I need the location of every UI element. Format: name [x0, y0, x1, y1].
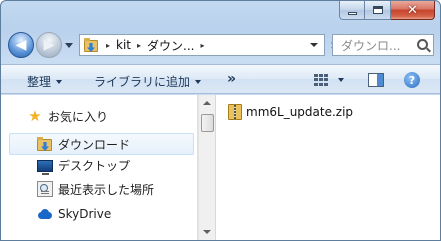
nav-favorites[interactable]: ★ お気に入り: [1, 105, 198, 127]
organize-label: 整理: [27, 75, 52, 89]
file-list: mm6L_update.zip: [216, 95, 440, 240]
forward-arrow-icon: ▶: [43, 37, 55, 53]
nav-skydrive[interactable]: SkyDrive: [1, 203, 198, 225]
nav-desktop[interactable]: デスクトップ: [1, 154, 198, 176]
scroll-down-icon[interactable]: [203, 230, 211, 234]
desktop-icon: [37, 160, 53, 175]
help-icon[interactable]: ?: [404, 72, 420, 88]
skydrive-icon: [37, 206, 53, 222]
search-icon[interactable]: [417, 39, 428, 50]
nav-pane-scrollbar[interactable]: [198, 95, 215, 240]
window-controls: ✕: [339, 1, 435, 20]
chevron-down-icon: [56, 79, 63, 84]
include-in-library-button[interactable]: ライブラリに追加: [94, 73, 202, 90]
breadcrumb-kit[interactable]: kit: [116, 38, 131, 52]
search-box[interactable]: ダウンロ...: [332, 34, 434, 56]
navigation-buttons: ◀ ▶: [8, 32, 73, 58]
recent-pages-dropdown[interactable]: [65, 42, 73, 48]
back-button[interactable]: ◀: [8, 32, 34, 58]
preview-pane-icon[interactable]: [368, 73, 384, 87]
recent-places-icon: [37, 181, 53, 197]
download-folder-icon: [84, 38, 100, 52]
view-options-dropdown[interactable]: [338, 78, 344, 82]
address-bar[interactable]: ▸ kit ▸ ダウン... ▸: [79, 34, 325, 56]
more-commands-button[interactable]: »: [227, 71, 236, 87]
file-item[interactable]: mm6L_update.zip: [228, 103, 353, 121]
breadcrumb-separator[interactable]: ▸: [106, 41, 110, 50]
breadcrumb-separator[interactable]: ▸: [200, 41, 204, 50]
search-input[interactable]: ダウンロ...: [341, 37, 400, 54]
maximize-button[interactable]: [365, 1, 391, 20]
nav-item-label: お気に入り: [48, 109, 109, 124]
download-folder-icon: [37, 136, 53, 152]
nav-item-label: ダウンロード: [58, 137, 131, 152]
navigation-pane: ★ お気に入り ダウンロード デスクトップ 最近表示した場所 SkyDrive: [1, 95, 198, 240]
nav-recent-places[interactable]: 最近表示した場所: [1, 178, 198, 200]
explorer-window: ✕ ◀ ▶ ▸ kit ▸ ダウン... ▸ ⇆ ダウンロ... 整理: [0, 0, 441, 241]
forward-button[interactable]: ▶: [36, 32, 62, 58]
nav-item-label: 最近表示した場所: [58, 182, 155, 197]
close-icon: ✕: [407, 2, 418, 18]
back-arrow-icon: ◀: [15, 37, 27, 53]
close-button[interactable]: ✕: [391, 1, 435, 20]
nav-downloads[interactable]: ダウンロード: [1, 133, 198, 155]
star-icon: ★: [28, 107, 42, 125]
nav-item-label: SkyDrive: [58, 207, 112, 221]
nav-item-label: デスクトップ: [58, 158, 131, 173]
minimize-button[interactable]: [339, 1, 365, 20]
maximize-icon: [372, 6, 383, 14]
address-dropdown-icon[interactable]: [310, 43, 318, 47]
organize-button[interactable]: 整理: [27, 73, 63, 90]
file-name: mm6L_update.zip: [246, 105, 354, 119]
scroll-up-icon[interactable]: [203, 101, 211, 105]
include-library-label: ライブラリに追加: [94, 75, 191, 89]
zip-file-icon: [228, 104, 242, 120]
breadcrumb-downloads[interactable]: ダウン...: [147, 37, 194, 54]
change-view-icon[interactable]: [314, 74, 328, 86]
scroll-thumb[interactable]: [201, 114, 214, 132]
command-bar: 整理 ライブラリに追加 » ?: [1, 64, 440, 94]
breadcrumb-separator[interactable]: ▸: [137, 41, 141, 50]
minimize-icon: [347, 11, 357, 15]
chevron-down-icon: [195, 79, 202, 84]
